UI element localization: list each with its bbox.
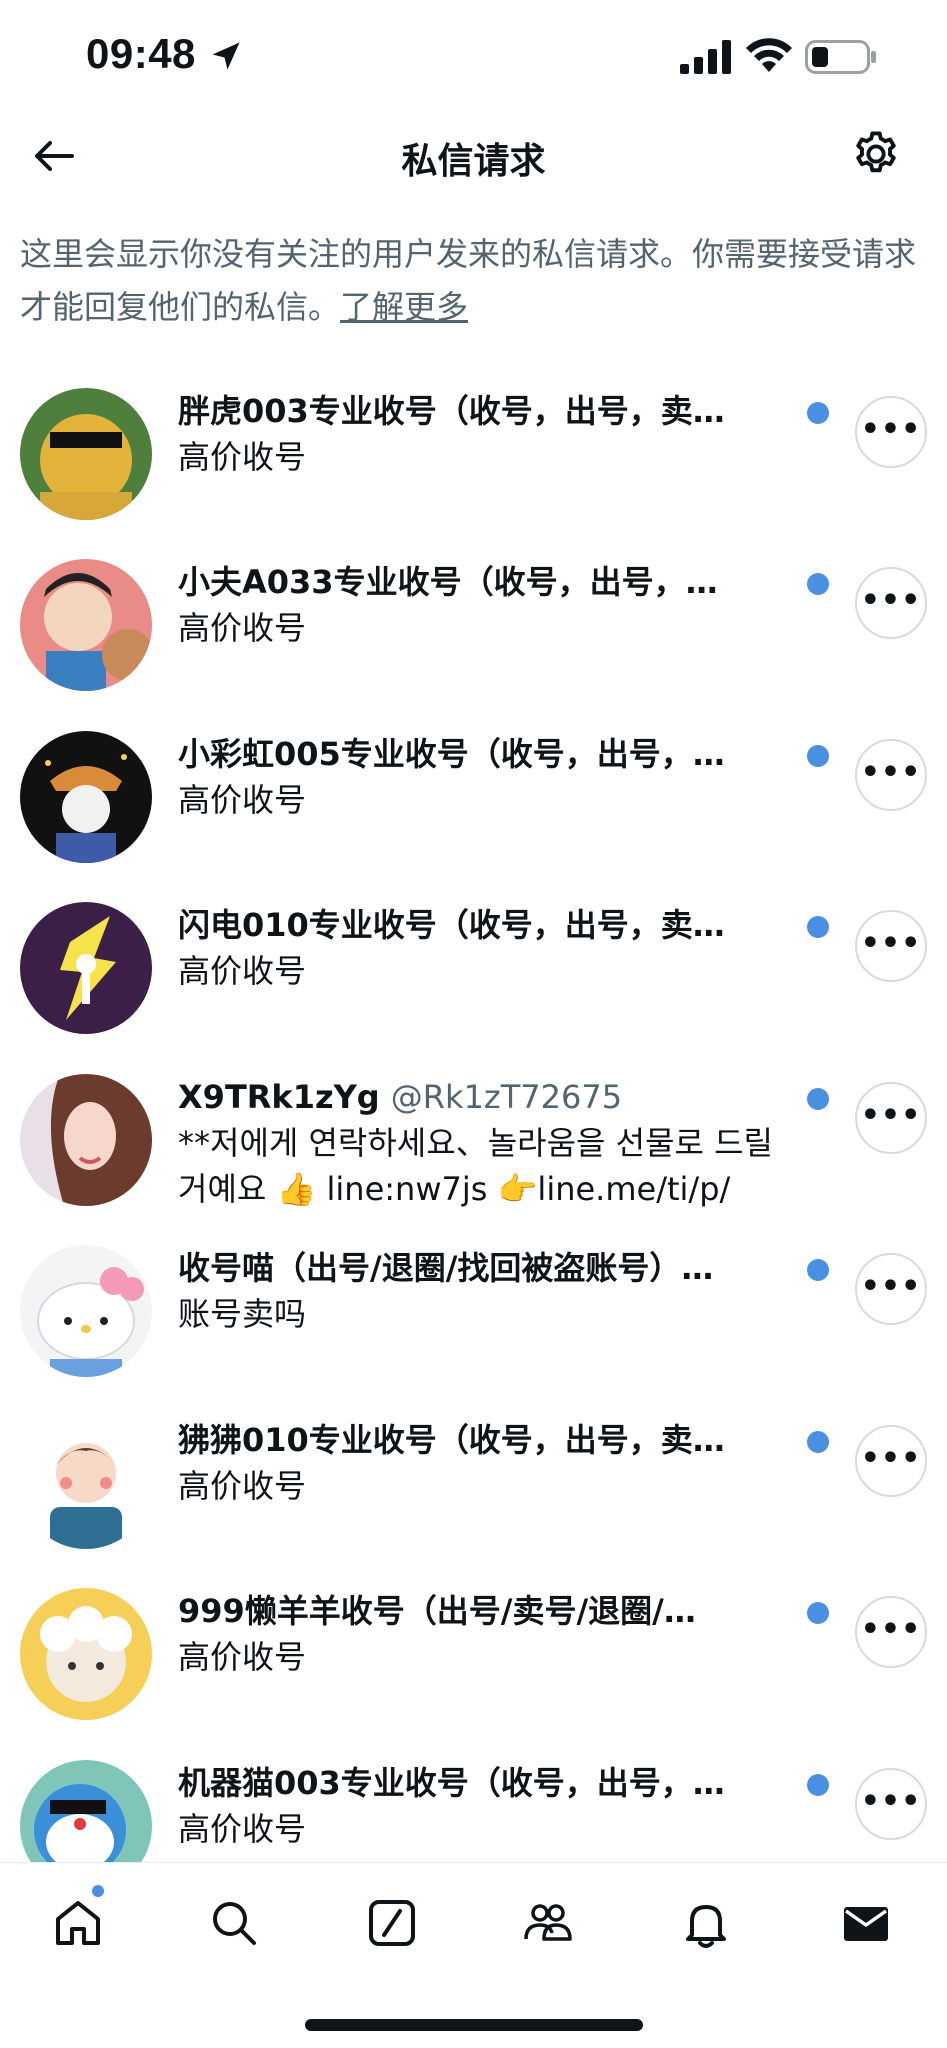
message-preview: 高价收号 [178, 952, 307, 990]
avatar[interactable] [20, 902, 152, 1034]
more-icon: ••• [860, 583, 922, 618]
request-row[interactable]: 999懒羊羊收号（出号/卖号/退圈/… 高价收号 ••• [0, 1578, 947, 1738]
request-row[interactable]: 闪电010专业收号（收号，出号，卖… 高价收号 ••• [0, 892, 947, 1052]
bell-icon [686, 1905, 726, 1948]
sender-name: X9TRk1zYg @Rk1zT72675 [178, 1078, 623, 1116]
more-icon: ••• [860, 1269, 922, 1304]
page-title: 私信请求 [401, 141, 546, 182]
more-options-button[interactable]: ••• [855, 1768, 927, 1840]
nav-messages[interactable] [838, 1895, 894, 1951]
row-text: 狒狒010专业收号（收号，出号，卖… 高价收号 [178, 1417, 798, 1509]
row-text: X9TRk1zYg @Rk1zT72675 **저에게 연락하세요、놀라움을 선… [178, 1074, 798, 1212]
avatar[interactable] [20, 1417, 152, 1549]
sender-name: 小彩虹005专业收号（收号，出号，… [178, 735, 725, 773]
unread-indicator [807, 916, 829, 938]
status-time: 09:48 [86, 30, 196, 77]
nav-notifications[interactable] [678, 1895, 734, 1951]
header: 私信请求 [0, 110, 947, 210]
unread-indicator [807, 1088, 829, 1110]
request-row[interactable]: 狒狒010专业收号（收号，出号，卖… 高价收号 ••• [0, 1407, 947, 1567]
request-row[interactable]: 小彩虹005专业收号（收号，出号，… 高价收号 ••• [0, 721, 947, 881]
unread-indicator [807, 1602, 829, 1624]
more-icon: ••• [860, 1784, 922, 1819]
home-icon [56, 1901, 100, 1945]
row-text: 小彩虹005专业收号（收号，出号，… 高价收号 [178, 731, 798, 823]
row-text: 闪电010专业收号（收号，出号，卖… 高价收号 [178, 902, 798, 994]
sender-name: 胖虎003专业收号（收号，出号，卖… [178, 392, 725, 430]
sender-name: 机器猫003专业收号（收号，出号，… [178, 1764, 725, 1802]
avatar[interactable] [20, 1588, 152, 1720]
avatar[interactable] [20, 388, 152, 520]
mail-icon [844, 1907, 888, 1941]
more-options-button[interactable]: ••• [855, 739, 927, 811]
message-preview: **저에게 연락하세요、놀라움을 선물로 드릴 거예요 👍 line:nw7js… [178, 1124, 773, 1208]
request-row[interactable]: 收号喵（出号/退圈/找回被盗账号）… 账号卖吗 ••• [0, 1235, 947, 1395]
avatar[interactable] [20, 559, 152, 691]
more-options-button[interactable]: ••• [855, 567, 927, 639]
unread-indicator [807, 573, 829, 595]
message-preview: 账号卖吗 [178, 1295, 307, 1333]
request-row[interactable]: X9TRk1zYg @Rk1zT72675 **저에게 연락하세요、놀라움을 선… [0, 1064, 947, 1224]
message-preview: 高价收号 [178, 1467, 307, 1505]
more-options-button[interactable]: ••• [855, 1596, 927, 1668]
row-text: 小夫A033专业收号（收号，出号，… 高价收号 [178, 559, 798, 651]
unread-indicator [807, 745, 829, 767]
avatar[interactable] [20, 1074, 152, 1206]
learn-more-link[interactable]: 了解更多 [340, 288, 468, 326]
more-icon: ••• [860, 755, 922, 790]
nav-communities[interactable] [520, 1895, 576, 1951]
more-icon: ••• [860, 1098, 922, 1133]
status-bar: 09:48 [0, 0, 947, 110]
cellular-signal-icon [680, 40, 731, 74]
home-indicator [305, 2019, 643, 2031]
sender-handle: @Rk1zT72675 [390, 1078, 623, 1116]
more-options-button[interactable]: ••• [855, 1082, 927, 1154]
sender-name: 999懒羊羊收号（出号/卖号/退圈/… [178, 1592, 696, 1630]
settings-gear-icon[interactable] [850, 128, 902, 180]
row-text: 机器猫003专业收号（收号，出号，… 高价收号 [178, 1760, 798, 1852]
communities-icon [524, 1904, 572, 1941]
message-preview: 高价收号 [178, 781, 307, 819]
sender-name: 狒狒010专业收号（收号，出号，卖… [178, 1421, 725, 1459]
row-text: 999懒羊羊收号（出号/卖号/退圈/… 高价收号 [178, 1588, 798, 1680]
request-row[interactable]: 胖虎003专业收号（收号，出号，卖… 高价收号 ••• [0, 378, 947, 538]
more-icon: ••• [860, 1441, 922, 1476]
sender-name: 小夫A033专业收号（收号，出号，… [178, 563, 718, 601]
more-options-button[interactable]: ••• [855, 910, 927, 982]
more-icon: ••• [860, 1612, 922, 1647]
wifi-icon [746, 38, 792, 72]
more-options-button[interactable]: ••• [855, 396, 927, 468]
message-preview: 高价收号 [178, 438, 307, 476]
notification-dot [92, 1885, 104, 1897]
sender-name: 闪电010专业收号（收号，出号，卖… [178, 906, 725, 944]
more-icon: ••• [860, 412, 922, 447]
unread-indicator [807, 1431, 829, 1453]
unread-indicator [807, 1259, 829, 1281]
nav-search[interactable] [206, 1895, 262, 1951]
message-preview: 高价收号 [178, 1638, 307, 1676]
nav-grok[interactable] [364, 1895, 420, 1951]
nav-home[interactable] [50, 1895, 106, 1951]
unread-indicator [807, 1774, 829, 1796]
message-preview: 高价收号 [178, 609, 307, 647]
bottom-nav [0, 1862, 947, 2048]
row-text: 收号喵（出号/退圈/找回被盗账号）… 账号卖吗 [178, 1245, 798, 1337]
battery-icon [805, 40, 876, 74]
location-arrow-icon [212, 42, 240, 70]
request-row[interactable]: 小夫A033专业收号（收号，出号，… 高价收号 ••• [0, 549, 947, 709]
more-options-button[interactable]: ••• [855, 1425, 927, 1497]
message-preview: 高价收号 [178, 1810, 307, 1848]
more-options-button[interactable]: ••• [855, 1253, 927, 1325]
search-icon [213, 1902, 256, 1945]
sender-name: 收号喵（出号/退圈/找回被盗账号）… [178, 1249, 714, 1287]
unread-indicator [807, 402, 829, 424]
grok-icon [369, 1900, 415, 1946]
avatar[interactable] [20, 731, 152, 863]
info-text: 这里会显示你没有关注的用户发来的私信请求。你需要接受请求才能回复他们的私信。了解… [20, 228, 920, 334]
row-text: 胖虎003专业收号（收号，出号，卖… 高价收号 [178, 388, 798, 480]
avatar[interactable] [20, 1245, 152, 1377]
more-icon: ••• [860, 926, 922, 961]
